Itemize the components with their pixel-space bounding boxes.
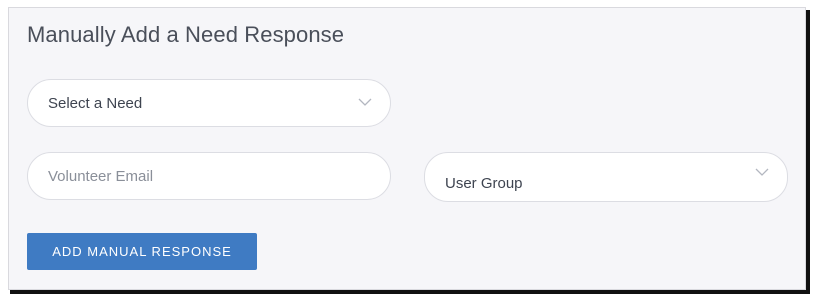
need-select[interactable]: Select a Need bbox=[27, 79, 391, 127]
chevron-down-icon bbox=[755, 168, 769, 176]
add-manual-response-button[interactable]: ADD MANUAL RESPONSE bbox=[27, 233, 257, 270]
panel-shadow-bottom bbox=[10, 290, 810, 294]
volunteer-email-placeholder: Volunteer Email bbox=[48, 167, 154, 185]
need-select-label: Select a Need bbox=[48, 94, 143, 112]
volunteer-email-field[interactable]: Volunteer Email bbox=[27, 152, 391, 200]
panel-title: Manually Add a Need Response bbox=[27, 22, 345, 47]
chevron-down-icon bbox=[358, 98, 372, 106]
user-group-select[interactable]: User Group bbox=[424, 152, 788, 202]
add-manual-response-label: ADD MANUAL RESPONSE bbox=[52, 244, 232, 259]
user-group-select-label: User Group bbox=[445, 174, 523, 192]
screenshot-frame: Manually Add a Need Response Select a Ne… bbox=[0, 0, 816, 299]
panel-shadow-right bbox=[806, 10, 810, 292]
